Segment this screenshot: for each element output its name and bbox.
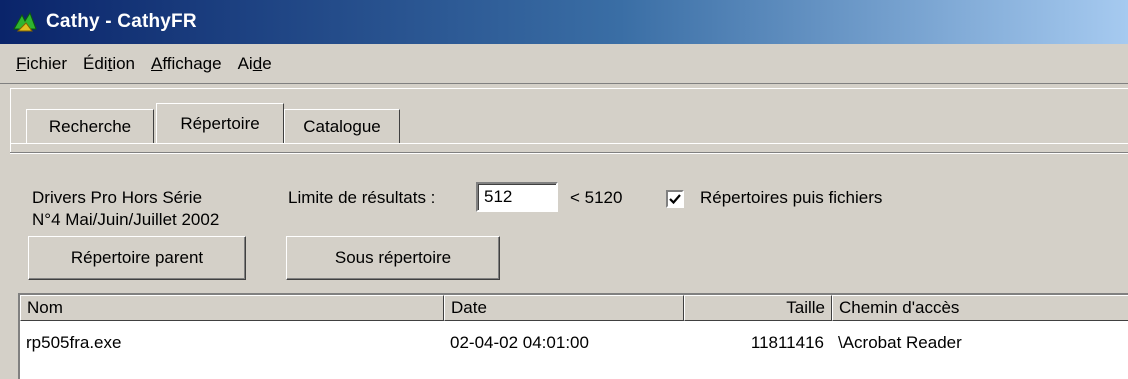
tab-recherche[interactable]: Recherche [26, 109, 154, 143]
title-bar[interactable]: Cathy - CathyFR [0, 0, 1128, 44]
button-label: Sous répertoire [334, 248, 452, 267]
subdirectory-button[interactable]: Sous répertoire [286, 236, 500, 280]
checkmark-icon [669, 194, 681, 205]
cell-size: 11811416 [750, 333, 824, 352]
menu-aide[interactable]: Aide [230, 54, 280, 74]
tab-label: Répertoire [180, 113, 260, 133]
menu-bar: Fichier Édition Affichage Aide [0, 44, 1128, 84]
limit-max-label: < 5120 [570, 188, 623, 207]
app-icon [12, 9, 38, 35]
dirs-first-label: Répertoires puis fichiers [700, 188, 883, 207]
cell-date: 02-04-02 04:01:00 [450, 333, 589, 352]
column-header-date[interactable]: Date [444, 295, 684, 321]
parent-directory-button[interactable]: Répertoire parent [28, 236, 246, 280]
column-label: Taille [786, 298, 825, 317]
column-label: Chemin d'accès [839, 298, 960, 317]
column-header-taille[interactable]: Taille [684, 295, 832, 321]
cell-path: \Acrobat Reader [838, 333, 962, 352]
catalog-name-line1: Drivers Pro Hors Série [32, 188, 203, 207]
catalog-name-line2: N°4 Mai/Juin/Juillet 2002 [32, 210, 220, 229]
column-label: Nom [27, 298, 63, 317]
tab-label: Recherche [48, 116, 132, 136]
tab-repertoire[interactable]: Répertoire [156, 103, 284, 143]
cell-name: rp505fra.exe [26, 333, 122, 352]
tab-label: Catalogue [303, 116, 381, 136]
tab-divider [10, 143, 1128, 144]
button-label: Répertoire parent [70, 248, 204, 267]
column-header-nom[interactable]: Nom [20, 295, 444, 321]
window-title: Cathy - CathyFR [46, 11, 197, 32]
menu-fichier[interactable]: Fichier [8, 54, 75, 74]
tab-catalogue[interactable]: Catalogue [284, 109, 400, 143]
menu-edition[interactable]: Édition [75, 54, 143, 74]
dirs-first-checkbox[interactable] [666, 190, 684, 208]
column-label: Date [451, 298, 487, 317]
panel-divider-highlight [10, 153, 1128, 154]
menu-affichage[interactable]: Affichage [143, 54, 230, 74]
file-list[interactable]: Nom Date Taille Chemin d'accès rp505fra.… [18, 293, 1128, 379]
limit-input[interactable] [476, 182, 558, 212]
limit-label: Limite de résultats : [288, 188, 436, 207]
column-header-chemin[interactable]: Chemin d'accès [832, 295, 1128, 321]
